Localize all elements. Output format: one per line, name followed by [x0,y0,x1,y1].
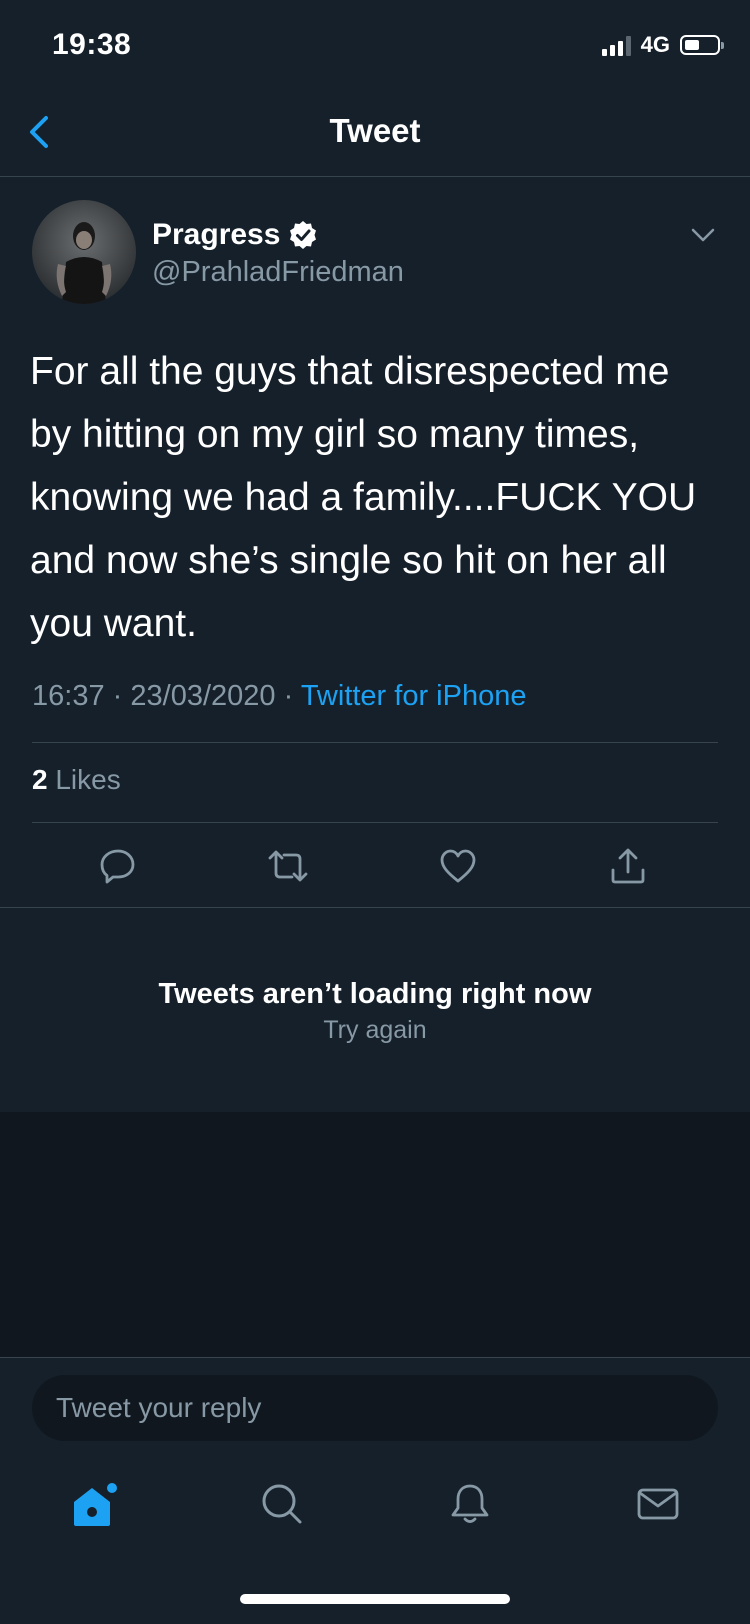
chevron-down-icon [691,228,715,242]
error-message: Tweets aren’t loading right now [158,978,592,1010]
retweet-button[interactable] [266,846,308,886]
tab-messages[interactable] [634,1480,682,1528]
likes-number: 2 [32,764,48,795]
tab-home[interactable] [68,1480,117,1528]
likes-count[interactable]: 2 Likes [32,764,121,796]
tweet-header: Pragress @PrahladFriedman [0,200,750,310]
signal-icon [601,34,631,56]
user-name[interactable]: Pragress [152,218,318,252]
tweet-meta: 16:37 · 23/03/2020 · Twitter for iPhone [32,680,526,713]
avatar[interactable] [32,200,136,304]
reply-bar [0,1357,750,1467]
status-time: 19:38 [52,28,132,61]
like-button[interactable] [438,846,478,886]
more-button[interactable] [688,220,718,250]
page-title: Tweet [329,112,421,149]
divider [32,822,718,823]
tab-search[interactable] [258,1480,306,1528]
tweet-text: For all the guys that disrespected me by… [30,350,697,645]
likes-label: Likes [55,764,121,795]
retweet-icon [268,850,308,882]
reply-icon [100,849,135,884]
battery-icon [680,35,724,55]
tweet-time: 16:37 [32,680,105,712]
user-handle[interactable]: @PrahladFriedman [152,256,404,289]
empty-timeline-area [0,1112,750,1357]
notifications-icon [451,1484,489,1523]
share-icon [611,848,645,884]
meta-separator: · [283,680,294,712]
verified-badge-icon [290,221,317,249]
tweet-actions [0,840,750,900]
like-icon [440,849,476,883]
tab-notifications[interactable] [446,1480,494,1528]
reply-button[interactable] [98,846,138,886]
status-bar: 19:38 4G [0,0,750,90]
tweet-date: 23/03/2020 [130,680,276,712]
messages-icon [637,1488,679,1520]
share-button[interactable] [608,846,648,886]
tweet-source-link[interactable]: Twitter for iPhone [301,680,527,712]
meta-separator: · [112,680,123,712]
home-icon [74,1483,117,1526]
tab-bar [0,1470,750,1550]
user-name-text: Pragress [152,218,281,251]
home-indicator [240,1594,510,1604]
reply-input[interactable] [32,1375,718,1441]
replies-error-state: Tweets aren’t loading right now Try agai… [0,908,750,1112]
status-indicators: 4G [601,32,724,58]
network-type: 4G [640,32,670,57]
try-again-button[interactable]: Try again [0,1016,750,1045]
divider [32,742,718,743]
search-icon [262,1484,302,1524]
nav-bar: Tweet [0,90,750,177]
